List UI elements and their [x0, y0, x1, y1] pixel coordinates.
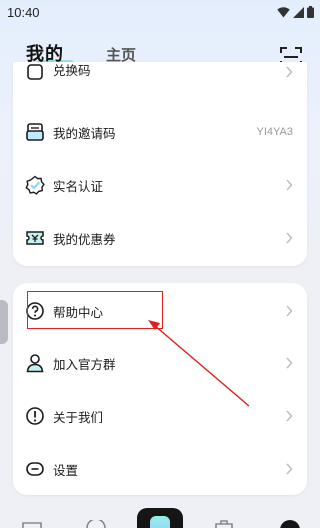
chevron-right-icon	[286, 179, 293, 191]
shop-nav-icon[interactable]	[214, 519, 234, 528]
menu-card-top: 兑换码 我的邀请码 YI4YA3 实名认证 我的优惠券	[13, 62, 307, 266]
coupon-icon	[26, 231, 44, 245]
chevron-right-icon	[286, 66, 293, 78]
status-bar: 10:40	[0, 0, 320, 24]
wifi-icon	[277, 6, 290, 18]
verify-badge-icon	[25, 175, 45, 195]
menu-item-label: 我的优惠券	[53, 231, 116, 247]
invite-code-value: YI4YA3	[256, 126, 294, 138]
menu-item-about-us[interactable]: 关于我们	[13, 396, 307, 436]
status-time: 10:40	[7, 4, 40, 20]
profile-nav-icon[interactable]	[280, 520, 300, 528]
chevron-right-icon	[286, 410, 293, 422]
user-group-icon	[26, 354, 44, 373]
menu-item-label: 我的邀请码	[53, 125, 116, 141]
annotation-highlight-box	[27, 291, 163, 329]
chevron-right-icon	[286, 463, 293, 475]
menu-item-label: 兑换码	[53, 63, 91, 78]
chevron-right-icon	[286, 232, 293, 244]
menu-item-label: 实名认证	[53, 178, 104, 194]
menu-item-label: 加入官方群	[53, 356, 116, 372]
settings-icon	[26, 462, 44, 476]
center-action-button[interactable]	[137, 508, 183, 528]
home-nav-icon[interactable]	[22, 522, 42, 528]
menu-item-real-name-verification[interactable]: 实名认证	[13, 165, 307, 205]
bottom-navigation-bar	[0, 508, 320, 528]
side-drawer-handle[interactable]	[0, 300, 8, 344]
center-action-icon	[150, 516, 170, 528]
menu-item-label: 关于我们	[53, 409, 104, 425]
battery-icon	[307, 6, 314, 18]
discover-nav-icon[interactable]	[86, 520, 106, 528]
invite-code-icon	[26, 123, 44, 141]
menu-item-redeem[interactable]: 兑换码	[13, 58, 307, 92]
status-icons	[277, 6, 314, 18]
chevron-right-icon	[286, 305, 293, 317]
redeem-icon	[27, 64, 43, 80]
menu-item-invite-code[interactable]: 我的邀请码 YI4YA3	[13, 112, 307, 152]
menu-item-settings[interactable]: 设置	[13, 449, 307, 489]
menu-item-label: 设置	[53, 462, 79, 478]
cellular-signal-icon	[293, 6, 304, 18]
chevron-right-icon	[286, 357, 293, 369]
menu-item-join-official-group[interactable]: 加入官方群	[13, 343, 307, 383]
menu-item-coupons[interactable]: 我的优惠券	[13, 218, 307, 258]
info-icon	[26, 407, 44, 425]
